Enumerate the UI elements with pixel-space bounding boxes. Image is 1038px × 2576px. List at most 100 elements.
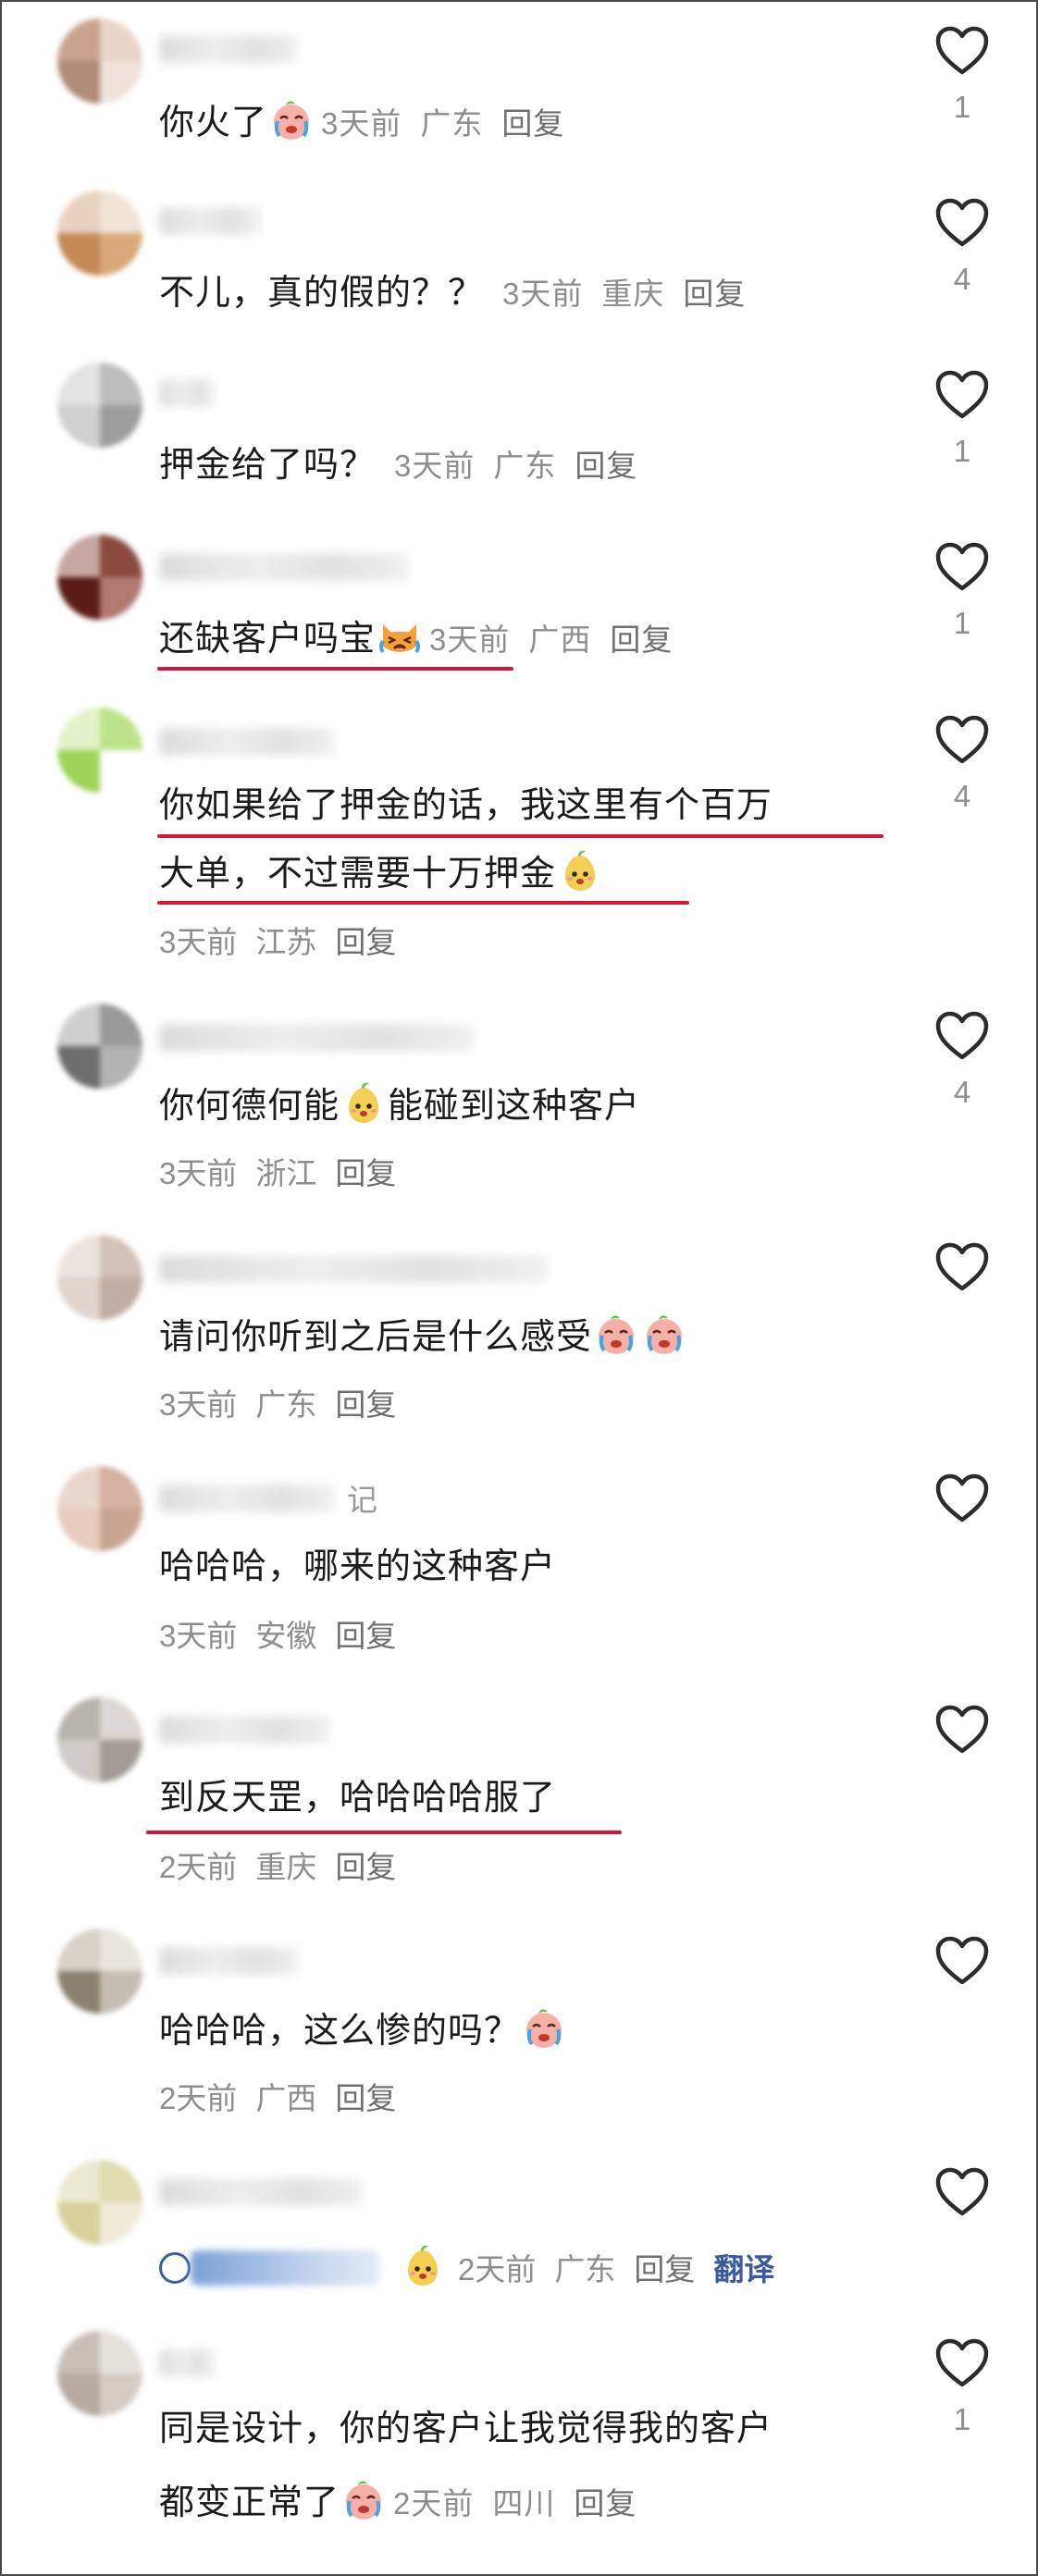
like-count: 1 bbox=[953, 606, 971, 640]
avatar[interactable] bbox=[57, 1466, 142, 1551]
like-area[interactable] bbox=[925, 1473, 999, 1523]
mention-blurred[interactable] bbox=[191, 2250, 380, 2286]
avatar[interactable] bbox=[57, 363, 142, 448]
username-blurred[interactable] bbox=[159, 1485, 335, 1512]
username-blurred[interactable] bbox=[159, 379, 215, 407]
crying-face-emoji-icon bbox=[642, 1312, 686, 1356]
heart-outline-icon[interactable] bbox=[935, 2167, 989, 2217]
comment-location: 重庆 bbox=[601, 277, 665, 311]
comment-location: 安徽 bbox=[255, 1619, 317, 1653]
heart-outline-icon[interactable] bbox=[935, 715, 989, 765]
heart-outline-icon[interactable] bbox=[935, 1705, 989, 1755]
heart-outline-icon[interactable] bbox=[935, 2338, 989, 2388]
like-count: 1 bbox=[953, 90, 971, 124]
reply-button[interactable]: 回复 bbox=[335, 925, 396, 959]
username-blurred[interactable] bbox=[159, 207, 261, 235]
reply-button[interactable]: 回复 bbox=[335, 2081, 396, 2115]
highlight-underline bbox=[146, 1830, 622, 1834]
username-blurred[interactable] bbox=[159, 728, 335, 756]
username-visible-part: 记 bbox=[347, 1483, 377, 1517]
highlight-underline bbox=[157, 667, 513, 671]
heart-outline-icon[interactable] bbox=[935, 1473, 989, 1523]
highlight-underline bbox=[157, 901, 689, 905]
translate-button[interactable]: 翻译 bbox=[713, 2252, 774, 2286]
like-area[interactable] bbox=[925, 1242, 999, 1292]
heart-outline-icon[interactable] bbox=[935, 1011, 989, 1061]
heart-outline-icon[interactable] bbox=[935, 26, 989, 76]
reply-button[interactable]: 回复 bbox=[634, 2252, 695, 2286]
username-blurred[interactable] bbox=[159, 1947, 298, 1975]
comment-meta: 2天前 广东 回复 翻译 bbox=[159, 2243, 793, 2290]
avatar[interactable] bbox=[57, 535, 142, 620]
username-blurred[interactable] bbox=[159, 35, 298, 63]
avatar[interactable] bbox=[57, 1929, 142, 2014]
like-area[interactable]: 1 bbox=[925, 26, 999, 126]
comment-text: 还缺客户吗宝 3天前 广西 回复 bbox=[159, 613, 673, 664]
comment-meta: 3天前 浙江 回复 bbox=[159, 1153, 414, 1194]
reply-button[interactable]: 回复 bbox=[610, 622, 673, 657]
reply-button[interactable]: 回复 bbox=[501, 106, 564, 141]
like-area[interactable]: 4 bbox=[925, 1011, 999, 1111]
username-blurred[interactable] bbox=[159, 1024, 474, 1052]
pear-face-emoji-icon bbox=[341, 1080, 386, 1125]
avatar[interactable] bbox=[57, 2160, 142, 2245]
like-area[interactable] bbox=[925, 1936, 999, 1986]
comment-meta: 2天前 广西 回复 bbox=[159, 2078, 414, 2119]
username-blurred[interactable] bbox=[159, 1255, 548, 1283]
comment-location: 广西 bbox=[528, 622, 592, 657]
comment-location: 江苏 bbox=[255, 925, 317, 959]
like-area[interactable]: 1 bbox=[925, 2338, 999, 2438]
reply-button[interactable]: 回复 bbox=[574, 2486, 636, 2521]
comment-text: 押金给了吗？ 3天前 广东 回复 bbox=[159, 446, 638, 485]
comment-location: 四川 bbox=[492, 2486, 556, 2521]
comment-time: 3天前 bbox=[159, 1619, 238, 1653]
like-area[interactable]: 1 bbox=[925, 542, 999, 642]
comment-time: 3天前 bbox=[429, 622, 511, 657]
reply-button[interactable]: 回复 bbox=[335, 1850, 396, 1884]
avatar[interactable] bbox=[57, 1235, 142, 1320]
comment-text: 不儿，真的假的？？ 3天前 重庆 回复 bbox=[159, 274, 747, 313]
avatar[interactable] bbox=[57, 1697, 142, 1782]
avatar[interactable] bbox=[57, 2331, 142, 2416]
reply-button[interactable]: 回复 bbox=[575, 449, 637, 483]
comment-time: 2天前 bbox=[393, 2486, 475, 2521]
comment-location: 广西 bbox=[255, 2081, 317, 2115]
like-count: 4 bbox=[953, 779, 971, 813]
like-area[interactable]: 1 bbox=[925, 370, 999, 470]
heart-outline-icon[interactable] bbox=[935, 198, 989, 248]
reply-button[interactable]: 回复 bbox=[683, 277, 746, 311]
avatar[interactable] bbox=[57, 708, 142, 793]
comment-time: 3天前 bbox=[502, 277, 584, 311]
comment-text: 到反天罡，哈哈哈哈服了 bbox=[159, 1779, 557, 1818]
heart-outline-icon[interactable] bbox=[935, 1242, 989, 1292]
username-blurred[interactable] bbox=[159, 2349, 215, 2377]
like-area[interactable]: 4 bbox=[925, 715, 999, 815]
comment-time: 3天前 bbox=[159, 1387, 238, 1422]
crying-cat-emoji-icon bbox=[377, 613, 422, 658]
comment-text: 哈哈哈，哪来的这种客户 bbox=[159, 1547, 557, 1586]
comment-text-line-2: 大单，不过需要十万押金 bbox=[159, 848, 604, 898]
avatar[interactable] bbox=[57, 18, 142, 104]
comment-text: 你何德何能 能碰到这种客户 bbox=[159, 1080, 640, 1130]
comment-location: 广东 bbox=[493, 449, 557, 483]
reply-button[interactable]: 回复 bbox=[335, 1156, 396, 1190]
heart-outline-icon[interactable] bbox=[935, 1936, 989, 1986]
mention-at-icon bbox=[159, 2252, 191, 2284]
username-blurred[interactable] bbox=[159, 2178, 363, 2206]
avatar[interactable] bbox=[57, 191, 142, 276]
like-area[interactable]: 4 bbox=[925, 198, 999, 298]
avatar[interactable] bbox=[57, 1004, 142, 1089]
reply-button[interactable]: 回复 bbox=[335, 1619, 396, 1653]
comment-time: 2天前 bbox=[159, 2081, 238, 2115]
like-count: 1 bbox=[953, 434, 971, 468]
username-blurred[interactable] bbox=[159, 1716, 330, 1744]
comment-location: 广东 bbox=[255, 1387, 317, 1422]
username-blurred[interactable] bbox=[159, 553, 409, 581]
heart-outline-icon[interactable] bbox=[935, 370, 989, 420]
comment-location: 重庆 bbox=[255, 1850, 317, 1884]
reply-button[interactable]: 回复 bbox=[335, 1387, 396, 1422]
comment-time: 3天前 bbox=[394, 449, 476, 483]
like-area[interactable] bbox=[925, 1705, 999, 1755]
heart-outline-icon[interactable] bbox=[935, 542, 989, 592]
like-area[interactable] bbox=[925, 2167, 999, 2217]
